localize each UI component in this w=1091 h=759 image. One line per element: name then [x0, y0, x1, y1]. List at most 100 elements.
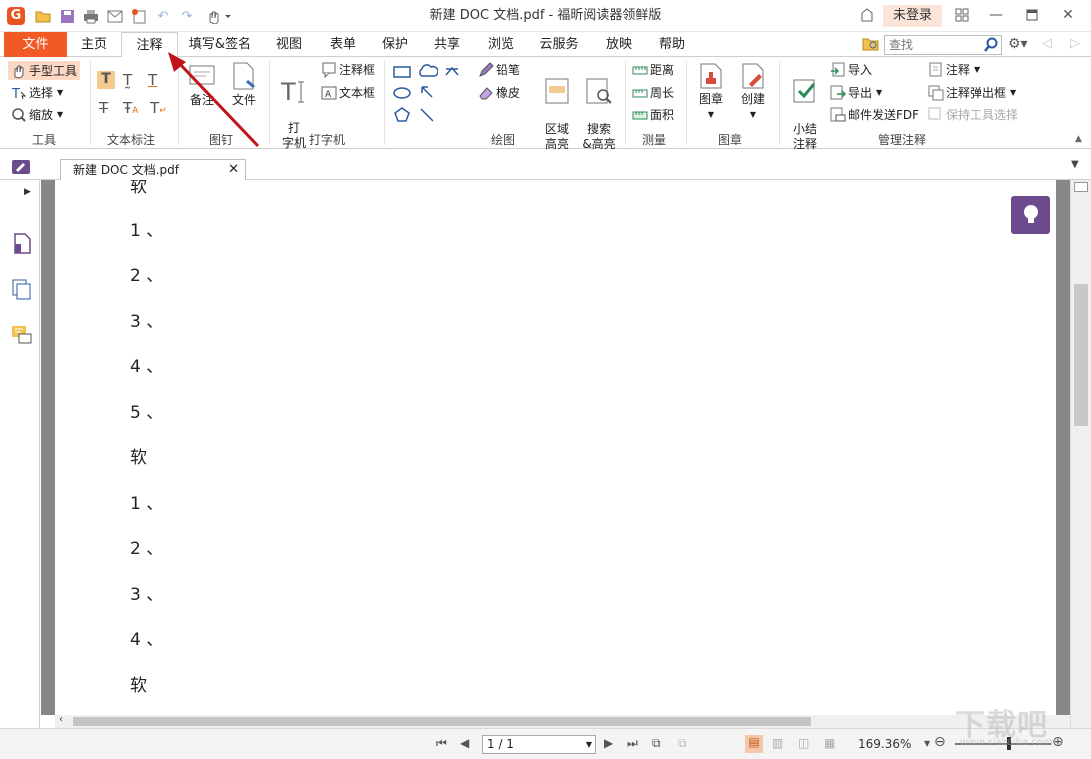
horizontal-scroll-thumb[interactable]: [73, 717, 811, 726]
page-thumbnails-icon[interactable]: [11, 232, 33, 254]
single-page-view-icon[interactable]: ▤: [745, 735, 763, 753]
last-page-icon[interactable]: ⏭: [627, 736, 638, 751]
nav-back-icon[interactable]: ◁: [1042, 36, 1052, 51]
popup-note-button[interactable]: 注释弹出框 ▼: [928, 84, 1016, 101]
rectangle-icon[interactable]: [393, 65, 411, 82]
minimize-button[interactable]: —: [984, 4, 1008, 26]
redo-icon[interactable]: ↷: [178, 7, 196, 25]
app-grid-icon[interactable]: [950, 4, 974, 26]
tab-home[interactable]: 主页: [67, 32, 121, 57]
underline-text-icon[interactable]: T: [148, 71, 157, 89]
area-highlight-button[interactable]: 区域 高亮: [540, 62, 574, 152]
polygon-icon[interactable]: [393, 107, 411, 126]
arrow-icon[interactable]: [419, 84, 435, 103]
app-logo-icon[interactable]: G: [7, 7, 25, 25]
next-page-icon[interactable]: ▶: [604, 736, 613, 750]
comment-dropdown-button[interactable]: 注释 ▼: [928, 61, 980, 78]
export-button[interactable]: 导出 ▼: [830, 84, 882, 101]
select-button[interactable]: T 选择 ▼: [11, 84, 63, 102]
previous-view-icon[interactable]: ⧉: [652, 736, 661, 751]
zoom-out-icon[interactable]: ⊖: [934, 734, 946, 750]
tab-cloud[interactable]: 云服务: [528, 32, 590, 57]
strikeout-text-icon[interactable]: T: [99, 99, 108, 117]
create-stamp-button[interactable]: 创建 ▼: [736, 62, 770, 122]
continuous-view-icon[interactable]: ▥: [772, 736, 783, 750]
expand-panel-icon[interactable]: ▶: [24, 187, 31, 197]
tab-slideshow[interactable]: 放映: [592, 32, 646, 57]
tab-fill-sign[interactable]: 填写&签名: [180, 32, 260, 57]
polyline-icon[interactable]: [444, 63, 460, 82]
stamp-button[interactable]: 图章 ▼: [694, 62, 728, 122]
underline-squiggly-icon[interactable]: T̰: [123, 71, 132, 89]
vertical-scroll-thumb[interactable]: [1074, 284, 1088, 426]
tab-protect[interactable]: 保护: [368, 32, 422, 57]
document-tab[interactable]: 新建 DOC 文档.pdf ✕: [60, 159, 246, 181]
email-icon[interactable]: [106, 7, 124, 25]
area-button[interactable]: 面积: [632, 106, 674, 123]
page-number-field[interactable]: 1 / 1 ▼: [482, 735, 596, 754]
horizontal-scrollbar[interactable]: ‹: [55, 714, 1070, 728]
note-button[interactable]: 备注: [186, 63, 218, 108]
new-document-icon[interactable]: [130, 7, 148, 25]
save-icon[interactable]: [58, 7, 76, 25]
facing-view-icon[interactable]: ◫: [798, 736, 809, 750]
document-viewport[interactable]: 软 1 、 2 、 3 、 4 、 5 、 软 1 、 2 、 3 、 4 、 …: [41, 180, 1070, 715]
comments-panel-icon[interactable]: [11, 324, 33, 346]
search-icon[interactable]: [983, 37, 999, 53]
summarize-comments-button[interactable]: 小结 注释: [788, 62, 822, 152]
login-button[interactable]: 未登录: [883, 5, 942, 27]
vertical-scrollbar[interactable]: [1070, 180, 1091, 728]
nav-forward-icon[interactable]: ▷: [1070, 36, 1080, 51]
find-folder-icon[interactable]: [862, 36, 880, 54]
zoom-dropdown-icon[interactable]: ▼: [924, 739, 930, 748]
close-tab-icon[interactable]: ✕: [228, 160, 239, 180]
import-button[interactable]: 导入: [830, 61, 872, 78]
tab-share[interactable]: 共享: [420, 32, 474, 57]
eraser-button[interactable]: 橡皮: [478, 84, 520, 101]
pencil-button[interactable]: 铅笔: [478, 61, 520, 78]
continuous-facing-view-icon[interactable]: ▦: [824, 736, 835, 750]
close-button[interactable]: ✕: [1056, 4, 1080, 26]
settings-gear-icon[interactable]: ⚙▾: [1008, 36, 1032, 54]
open-folder-icon[interactable]: [34, 7, 52, 25]
oval-icon[interactable]: [393, 86, 411, 103]
cloud-icon[interactable]: [418, 63, 439, 82]
previous-page-icon[interactable]: ◀: [460, 736, 469, 750]
hand-dropdown-icon[interactable]: [204, 7, 234, 25]
zoom-button[interactable]: 缩放 ▼: [11, 106, 63, 123]
collapse-ribbon-icon[interactable]: ▲: [1075, 134, 1082, 144]
hand-tool-button[interactable]: 手型工具: [8, 61, 81, 80]
textbox-button[interactable]: A 文本框: [321, 84, 375, 101]
insert-text-icon[interactable]: T↵: [150, 99, 167, 117]
split-handle-icon[interactable]: [1074, 182, 1088, 192]
zoom-in-icon[interactable]: ⊕: [1052, 734, 1064, 750]
typewriter-button[interactable]: T 打 字机: [278, 63, 310, 151]
undo-icon[interactable]: ↶: [154, 7, 172, 25]
tips-lightbulb-icon[interactable]: [1011, 196, 1050, 234]
print-icon[interactable]: [82, 7, 100, 25]
email-fdf-button[interactable]: 邮件发送FDF: [830, 106, 919, 123]
pen-sign-icon[interactable]: [11, 159, 31, 178]
tab-help[interactable]: 帮助: [645, 32, 699, 57]
layers-icon[interactable]: [11, 278, 33, 300]
keep-tool-checkbox[interactable]: 保持工具选择: [928, 106, 1018, 123]
replace-text-icon[interactable]: ŦA: [123, 99, 138, 117]
tab-form[interactable]: 表单: [316, 32, 370, 57]
callout-button[interactable]: 注释框: [321, 61, 375, 78]
first-page-icon[interactable]: ⏮: [436, 736, 447, 751]
tab-browse[interactable]: 浏览: [474, 32, 528, 57]
tab-file[interactable]: 文件: [4, 32, 67, 57]
line-icon[interactable]: [419, 107, 435, 126]
maximize-button[interactable]: [1020, 4, 1044, 26]
tab-comment[interactable]: 注释: [121, 32, 178, 58]
distance-button[interactable]: 距离: [632, 61, 674, 78]
highlight-text-icon[interactable]: T: [97, 71, 115, 89]
tab-list-dropdown-icon[interactable]: ▼: [1071, 159, 1079, 170]
tab-view[interactable]: 视图: [262, 32, 316, 57]
search-highlight-button[interactable]: 搜索 &高亮: [580, 62, 618, 152]
file-attach-button[interactable]: 文件: [228, 61, 260, 108]
search-input[interactable]: [885, 36, 979, 54]
page-dropdown-icon[interactable]: ▼: [586, 736, 592, 753]
next-view-icon[interactable]: ⧉: [678, 736, 687, 751]
skin-icon[interactable]: [855, 4, 879, 26]
